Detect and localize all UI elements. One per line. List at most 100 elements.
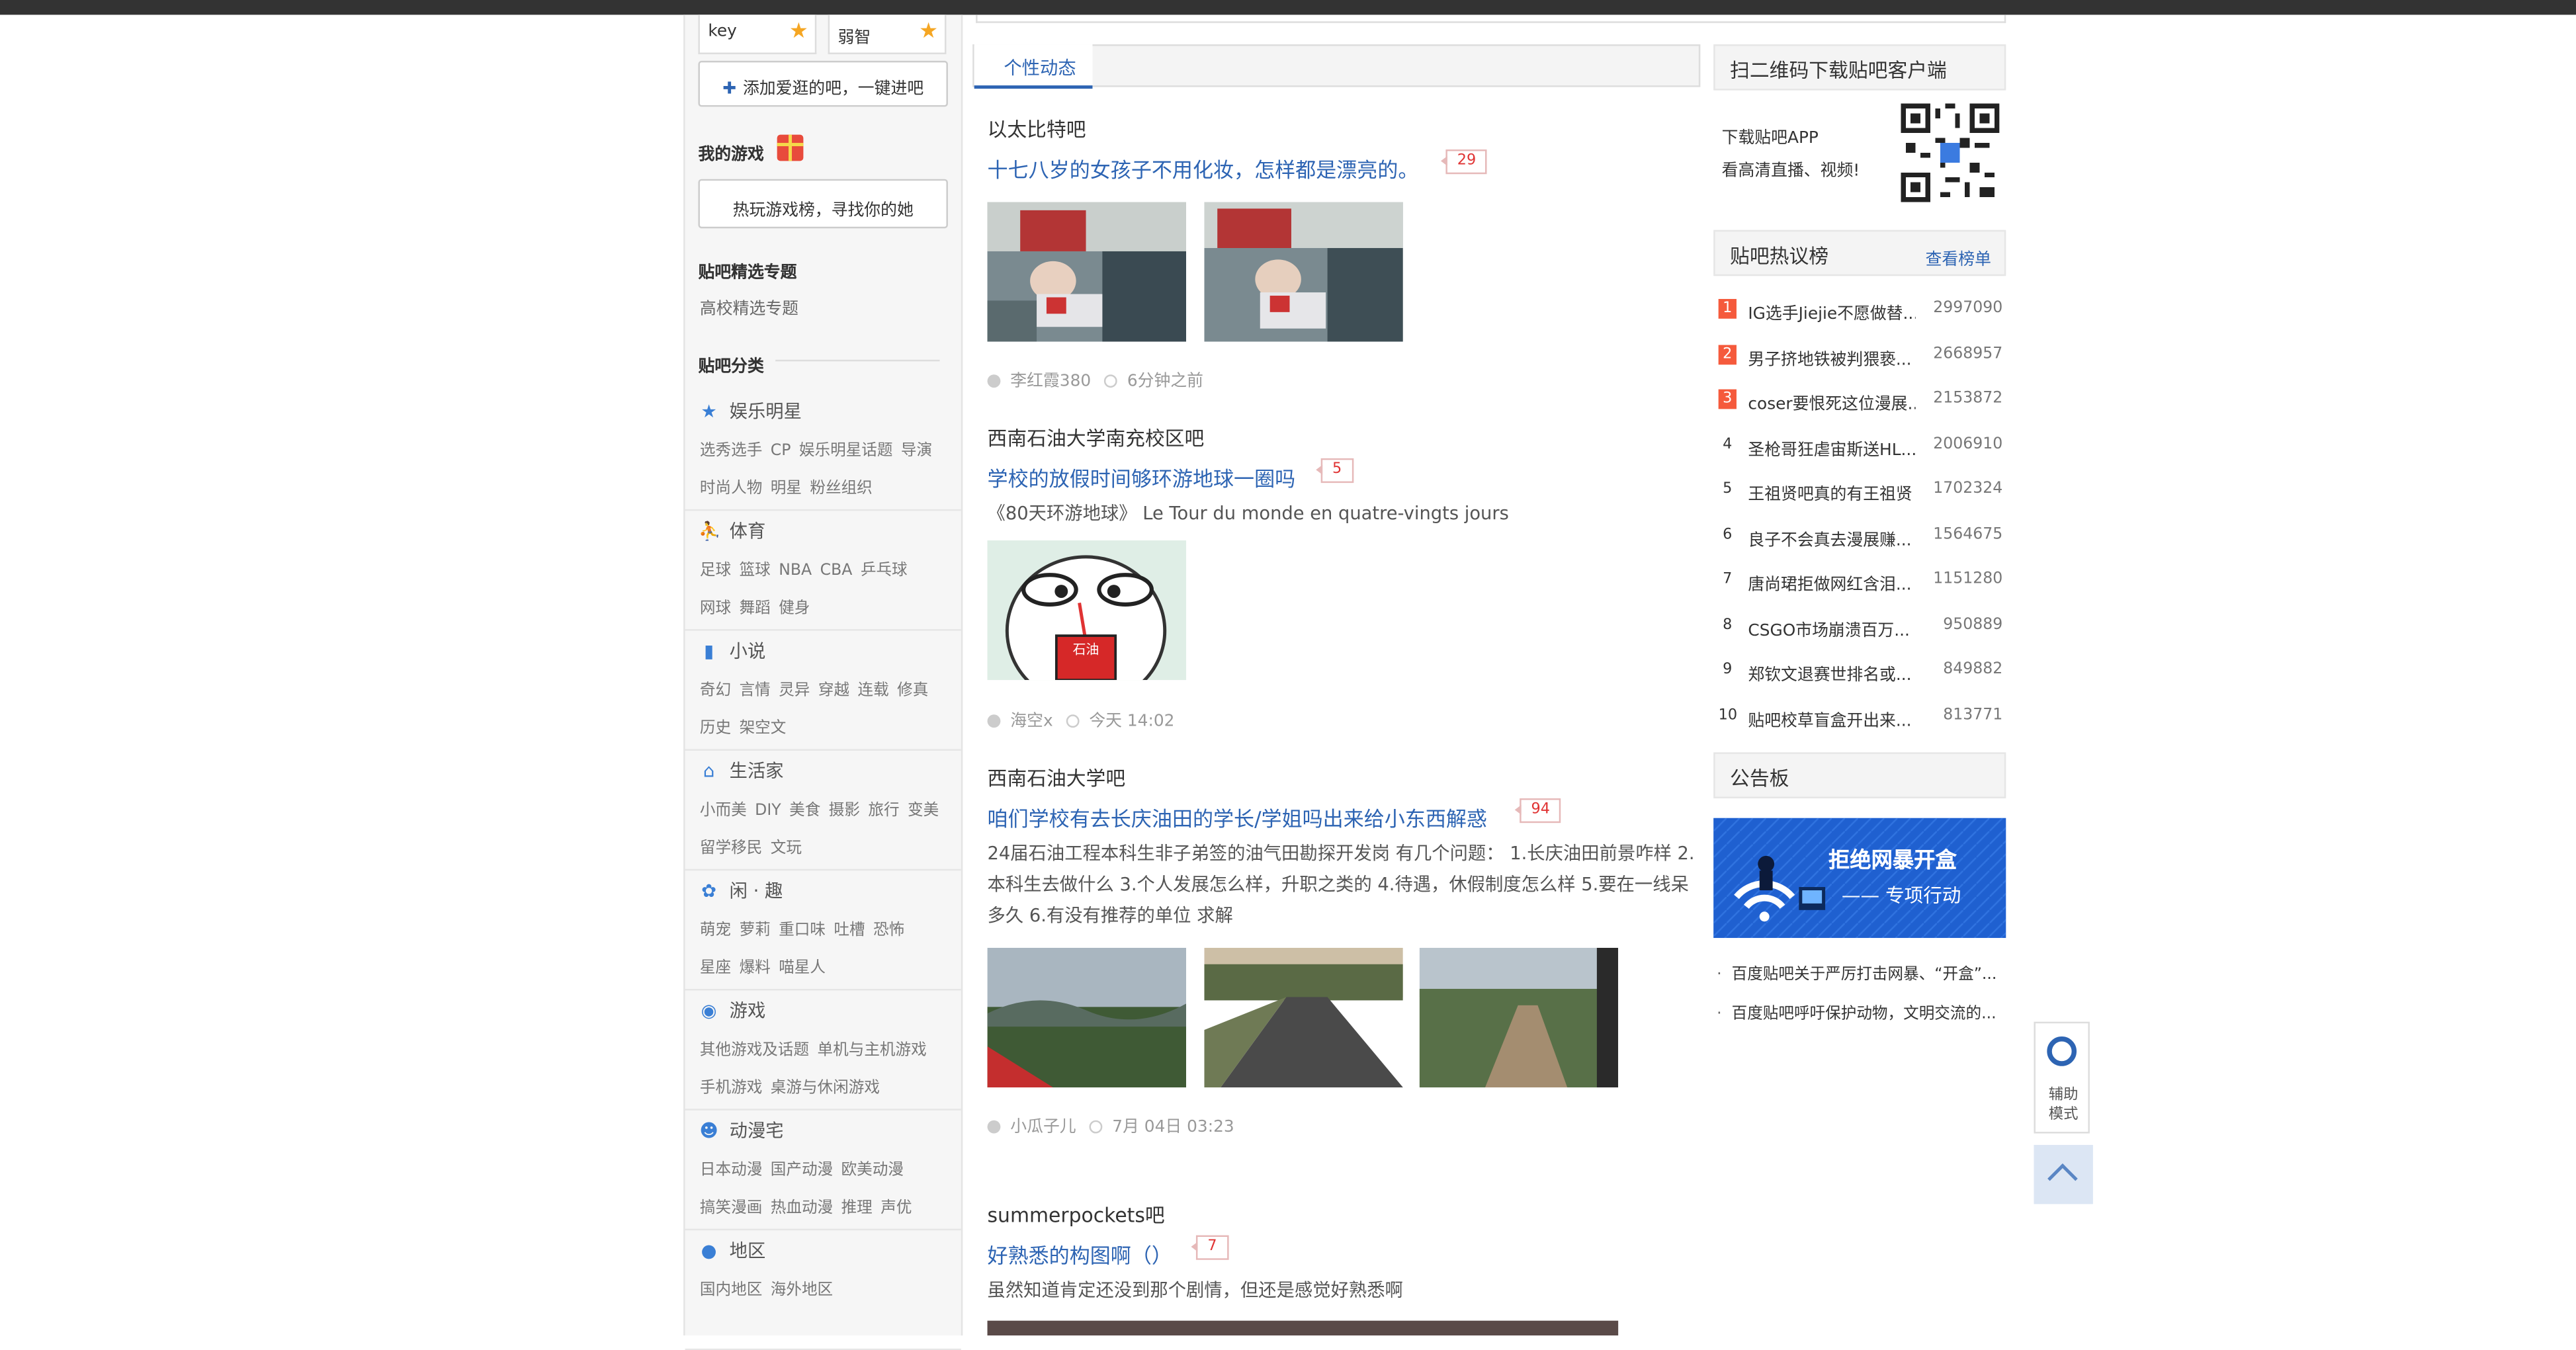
post-forum-name[interactable]: 西南石油大学南充校区吧 xyxy=(988,424,1205,452)
assist-mode-button[interactable]: 辅助 模式 xyxy=(2034,1021,2090,1134)
category-tag-link[interactable]: 旅行 xyxy=(868,802,899,820)
post-author[interactable]: 李红霞380 xyxy=(1010,373,1091,391)
post-forum-name[interactable]: 西南石油大学吧 xyxy=(988,764,1126,792)
category-tag-link[interactable]: 单机与主机游戏 xyxy=(818,1041,927,1059)
view-hot-list-link[interactable]: 查看榜单 xyxy=(1926,245,1991,269)
category-tag-link[interactable]: 选秀选手 xyxy=(700,442,762,460)
post-image[interactable] xyxy=(1204,202,1403,342)
category-heading[interactable]: ✿ 闲 · 趣 xyxy=(698,877,783,904)
post-forum-name[interactable]: 以太比特吧 xyxy=(988,115,1086,143)
category-tag-link[interactable]: 搞笑漫画 xyxy=(700,1199,762,1217)
category-heading[interactable]: ☻ 动漫宅 xyxy=(698,1117,783,1144)
category-tag-link[interactable]: 变美 xyxy=(908,802,939,820)
rank-title[interactable]: 王祖贤吧真的有王祖贤 xyxy=(1748,480,1915,504)
followed-forum-chip[interactable]: key ★ xyxy=(698,15,817,54)
hot-list-item[interactable]: 9 郑钦文退赛世排名或... 849882 xyxy=(1713,655,2006,689)
rank-title[interactable]: 郑钦文退赛世排名或... xyxy=(1748,660,1915,685)
hot-list-item[interactable]: 8 CSGO市场崩溃百万... 950889 xyxy=(1713,611,2006,644)
post-title[interactable]: 咱们学校有去长庆油田的学长/学姐吗出来给小东西解惑 xyxy=(988,802,1488,833)
rank-title[interactable]: CSGO市场崩溃百万... xyxy=(1748,615,1915,640)
category-tag-link[interactable]: 爆料 xyxy=(740,959,771,977)
category-tag-link[interactable]: 萝莉 xyxy=(740,921,771,939)
category-tag-link[interactable]: 星座 xyxy=(700,959,731,977)
category-tag-link[interactable]: 日本动漫 xyxy=(700,1161,762,1179)
hot-list-item[interactable]: 10 贴吧校草盲盒开出来... 813771 xyxy=(1713,700,2006,734)
category-tag-link[interactable]: DIY xyxy=(755,802,781,820)
category-tag-link[interactable]: 健身 xyxy=(779,599,810,617)
post-author[interactable]: 小瓜子儿 xyxy=(1010,1118,1076,1136)
category-tag-link[interactable]: 吐槽 xyxy=(834,921,865,939)
post-image[interactable]: 石油 xyxy=(987,540,1187,681)
rank-title[interactable]: 男子挤地铁被判猥亵... xyxy=(1748,344,1915,368)
category-heading[interactable]: ⌂ 生活家 xyxy=(698,757,784,784)
category-tag-link[interactable]: 言情 xyxy=(740,682,771,700)
category-tag-link[interactable]: 灵异 xyxy=(779,682,810,700)
post-image[interactable] xyxy=(1419,947,1619,1088)
add-forum-button[interactable]: ✚ 添加爱逛的吧，一键进吧 xyxy=(698,60,948,107)
tab-personal-feed[interactable]: 个性动态 xyxy=(974,44,1093,89)
category-tag-link[interactable]: 修真 xyxy=(897,682,928,700)
category-tag-link[interactable]: 手机游戏 xyxy=(700,1079,762,1097)
category-heading[interactable]: ● 地区 xyxy=(698,1237,766,1263)
category-tag-link[interactable]: 小而美 xyxy=(700,802,747,820)
post-image[interactable] xyxy=(987,1320,1619,1336)
category-tag-link[interactable]: 舞蹈 xyxy=(740,599,771,617)
hot-list-item[interactable]: 6 良子不会真去漫展赚... 1564675 xyxy=(1713,520,2006,553)
post-image[interactable] xyxy=(987,947,1187,1088)
category-heading[interactable]: ⛹ 体育 xyxy=(698,517,765,544)
post-image[interactable] xyxy=(987,202,1187,342)
featured-link[interactable]: 高校精选专题 xyxy=(700,294,798,318)
category-tag-link[interactable]: 时尚人物 xyxy=(700,480,762,497)
hot-list-item[interactable]: 4 圣枪哥狂虐宙斯送HL... 2006910 xyxy=(1713,429,2006,462)
category-tag-link[interactable]: 萌宠 xyxy=(700,921,731,939)
post-author[interactable]: 海空x xyxy=(1010,713,1052,731)
rank-title[interactable]: 良子不会真去漫展赚... xyxy=(1748,525,1915,549)
category-tag-link[interactable]: 其他游戏及话题 xyxy=(700,1041,809,1059)
followed-forum-chip[interactable]: 弱智 ★ xyxy=(828,15,947,54)
category-tag-link[interactable]: CP xyxy=(771,442,791,460)
category-tag-link[interactable]: 明星 xyxy=(771,480,802,497)
notice-item[interactable]: 百度贴吧呼吁保护动物，文明交流的... xyxy=(1717,1000,1996,1023)
category-tag-link[interactable]: 重口味 xyxy=(779,921,826,939)
notice-item[interactable]: 百度贴吧关于严厉打击网暴、“开盒”... xyxy=(1717,961,1997,984)
post-image[interactable] xyxy=(1204,947,1403,1088)
anti-cyberbullying-banner[interactable]: 拒绝网暴开盒 —— 专项行动 xyxy=(1713,818,2006,939)
category-tag-link[interactable]: 桌游与休闲游戏 xyxy=(771,1079,880,1097)
category-tag-link[interactable]: 国产动漫 xyxy=(771,1161,833,1179)
category-tag-link[interactable]: 乒乓球 xyxy=(861,562,908,579)
post-title[interactable]: 好熟悉的构图啊（） xyxy=(988,1238,1172,1269)
rank-title[interactable]: 唐尚珺拒做网红含泪... xyxy=(1748,570,1915,595)
hot-list-item[interactable]: 2 男子挤地铁被判猥亵... 2668957 xyxy=(1713,339,2006,372)
rank-title[interactable]: IG选手Jiejie不愿做替... xyxy=(1748,299,1915,323)
hot-list-item[interactable]: 7 唐尚珺拒做网红含泪... 1151280 xyxy=(1713,565,2006,598)
category-tag-link[interactable]: 网球 xyxy=(700,599,731,617)
post-title[interactable]: 十七八岁的女孩子不用化妆，怎样都是漂亮的。 xyxy=(988,153,1419,184)
category-tag-link[interactable]: 海外地区 xyxy=(771,1281,833,1299)
rank-title[interactable]: 圣枪哥狂虐宙斯送HL... xyxy=(1748,435,1915,459)
category-tag-link[interactable]: NBA xyxy=(779,562,812,579)
category-tag-link[interactable]: 奇幻 xyxy=(700,682,731,700)
category-tag-link[interactable]: 声优 xyxy=(880,1199,912,1217)
category-tag-link[interactable]: CBA xyxy=(820,562,853,579)
category-tag-link[interactable]: 推理 xyxy=(841,1199,873,1217)
post-title[interactable]: 学校的放假时间够环游地球一圈吗 xyxy=(988,462,1296,493)
category-tag-link[interactable]: 摄影 xyxy=(829,802,860,820)
category-tag-link[interactable]: 欧美动漫 xyxy=(841,1161,904,1179)
category-tag-link[interactable]: 导演 xyxy=(901,442,932,460)
game-rank-button[interactable]: 热玩游戏榜，寻找你的她 xyxy=(698,179,948,229)
category-tag-link[interactable]: 热血动漫 xyxy=(771,1199,833,1217)
rank-title[interactable]: coser要恨死这位漫展... xyxy=(1748,390,1915,414)
category-tag-link[interactable]: 架空文 xyxy=(740,720,787,738)
category-tag-link[interactable]: 喵星人 xyxy=(779,959,826,977)
category-tag-link[interactable]: 篮球 xyxy=(740,562,771,579)
category-heading[interactable]: ◉ 游戏 xyxy=(698,997,766,1023)
category-tag-link[interactable]: 粉丝组织 xyxy=(810,480,872,497)
category-tag-link[interactable]: 穿越 xyxy=(818,682,849,700)
hot-list-item[interactable]: 5 王祖贤吧真的有王祖贤 1702324 xyxy=(1713,475,2006,508)
category-tag-link[interactable]: 足球 xyxy=(700,562,731,579)
hot-list-item[interactable]: 3 coser要恨死这位漫展... 2153872 xyxy=(1713,384,2006,417)
back-to-top-button[interactable] xyxy=(2034,1144,2093,1204)
category-heading[interactable]: ▮ 小说 xyxy=(698,638,765,664)
rank-title[interactable]: 贴吧校草盲盒开出来... xyxy=(1748,706,1915,730)
post-forum-name[interactable]: summerpockets吧 xyxy=(988,1201,1165,1228)
